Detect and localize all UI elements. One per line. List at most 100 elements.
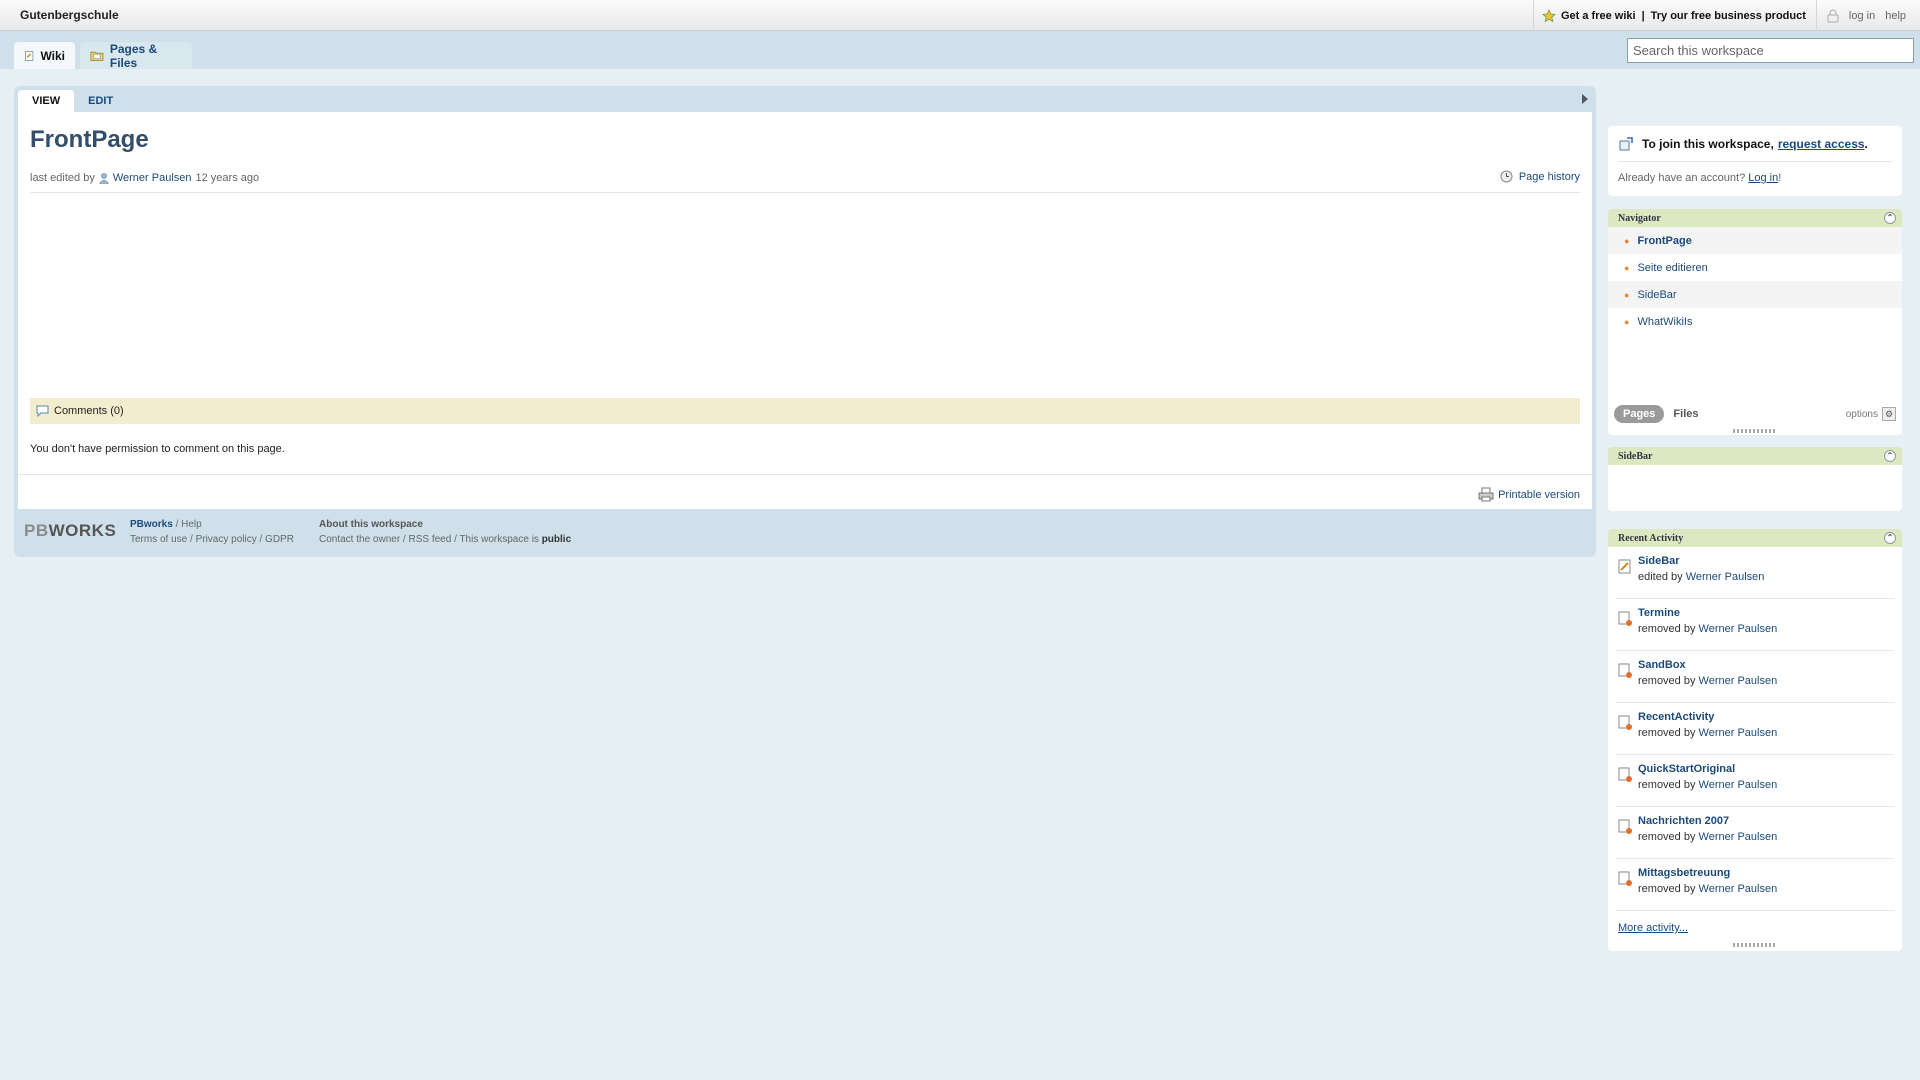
activity-title-link[interactable]: Termine <box>1638 607 1680 619</box>
help-link[interactable]: help <box>1885 10 1906 22</box>
login-area: log in help <box>1815 0 1920 31</box>
navigator-files-tab[interactable]: Files <box>1664 405 1707 423</box>
collapse-navigator-icon[interactable]: ⌃ <box>1884 212 1896 224</box>
about-workspace-link[interactable]: About this workspace <box>319 517 571 532</box>
activity-item: QuickStartOriginal removed by Werner Paul… <box>1616 755 1894 807</box>
title-divider <box>30 192 1580 193</box>
last-edited-prefix: last edited by <box>30 172 95 184</box>
printable-version-link[interactable]: Printable version <box>1478 487 1580 502</box>
join-period: . <box>1864 137 1868 151</box>
gear-icon[interactable]: ⚙ <box>1882 407 1896 421</box>
removed-page-icon <box>1618 611 1632 626</box>
legal-links[interactable]: Terms of use / Privacy policy / GDPR <box>130 532 294 547</box>
collapse-recent-icon[interactable]: ⌃ <box>1884 532 1896 544</box>
footer-col-workspace: About this workspace Contact the owner /… <box>319 517 571 547</box>
activity-user-link[interactable]: Werner Paulsen <box>1699 623 1778 635</box>
workspace-public-label: public <box>541 534 572 545</box>
tab-edit[interactable]: EDIT <box>74 90 127 112</box>
tab-wiki-label: Wiki <box>40 48 65 63</box>
sidebar-box: SideBar ⌃ <box>1608 447 1902 511</box>
resize-grip[interactable] <box>1733 943 1777 947</box>
activity-summary: removed by Werner Paulsen <box>1638 675 1778 687</box>
edit-page-icon <box>1618 559 1631 574</box>
last-edited-user-link[interactable]: Werner Paulsen <box>113 172 192 184</box>
tab-pages-files[interactable]: Pages & Files <box>80 41 192 70</box>
more-activity-link[interactable]: More activity... <box>1618 922 1688 934</box>
comments-bar[interactable]: Comments (0) <box>30 398 1580 424</box>
key-icon <box>1619 137 1633 151</box>
activity-summary: removed by Werner Paulsen <box>1638 727 1778 739</box>
bullet-icon: ● <box>1624 262 1630 273</box>
activity-summary: edited by Werner Paulsen <box>1638 571 1765 583</box>
join-row: To join this workspace, request access. <box>1618 136 1868 152</box>
navigator-footer: Pages Files options ⚙ <box>1614 404 1896 424</box>
resize-grip[interactable] <box>1733 429 1777 433</box>
folder-icon <box>90 51 104 62</box>
user-icon <box>98 172 109 184</box>
footer: PBWORKS PBworks / Help Terms of use / Pr… <box>18 513 1592 553</box>
tab-view[interactable]: VIEW <box>18 90 75 112</box>
page-history-link[interactable]: Page history <box>1500 170 1580 183</box>
already-account: Already have an account? Log in! <box>1618 172 1781 184</box>
activity-list: SideBar edited by Werner Paulsen Termine re… <box>1608 547 1902 911</box>
recent-activity-header: Recent Activity ⌃ <box>1608 529 1902 547</box>
collapse-sidebar-arrow-icon[interactable] <box>1582 94 1588 104</box>
nav-item-label: FrontPage <box>1637 234 1692 247</box>
activity-summary: removed by Werner Paulsen <box>1638 831 1778 843</box>
tab-wiki[interactable]: Wiki <box>14 42 75 69</box>
activity-title-link[interactable]: QuickStartOriginal <box>1638 763 1735 775</box>
page-history-label: Page history <box>1518 170 1580 183</box>
search-input[interactable] <box>1627 38 1914 63</box>
recent-activity-title: Recent Activity <box>1618 532 1684 544</box>
activity-title-link[interactable]: SandBox <box>1638 659 1686 671</box>
activity-title-link[interactable]: RecentActivity <box>1638 711 1714 723</box>
navigator-pages-tab[interactable]: Pages <box>1614 405 1665 423</box>
log-in-sidebar-link[interactable]: Log in <box>1748 172 1778 184</box>
activity-user-link[interactable]: Werner Paulsen <box>1699 675 1778 687</box>
activity-item: RecentActivity removed by Werner Paulsen <box>1616 703 1894 755</box>
nav-item-frontpage[interactable]: ● FrontPage <box>1608 227 1902 254</box>
activity-user-link[interactable]: Werner Paulsen <box>1699 883 1778 895</box>
nav-item-label: WhatWikiIs <box>1637 315 1693 328</box>
workspace-name[interactable]: Gutenbergschule <box>20 8 119 22</box>
log-in-link[interactable]: log in <box>1849 10 1875 22</box>
activity-item: SandBox removed by Werner Paulsen <box>1616 651 1894 703</box>
join-workspace-box: To join this workspace, request access. … <box>1608 126 1902 196</box>
clock-icon <box>1500 170 1513 183</box>
star-icon <box>1542 8 1556 22</box>
activity-title-link[interactable]: SideBar <box>1638 555 1680 567</box>
top-right: Get a free wiki | Try our free business … <box>1532 0 1920 31</box>
activity-user-link[interactable]: Werner Paulsen <box>1686 571 1765 583</box>
collapse-sidebar-icon[interactable]: ⌃ <box>1884 450 1896 462</box>
pbworks-link[interactable]: PBworks <box>130 519 173 530</box>
activity-item: Mittagsbetreuung removed by Werner Paulse… <box>1616 859 1894 911</box>
activity-user-link[interactable]: Werner Paulsen <box>1699 831 1778 843</box>
nav-item-seite-editieren[interactable]: ● Seite editieren <box>1608 254 1902 281</box>
try-business-link[interactable]: Try our free business product <box>1651 10 1806 22</box>
activity-summary: removed by Werner Paulsen <box>1638 883 1778 895</box>
workspace-links[interactable]: Contact the owner / RSS feed / This work… <box>319 534 542 545</box>
options-label: options <box>1845 408 1878 420</box>
tab-pages-files-label: Pages & Files <box>109 41 158 70</box>
help-footer-link[interactable]: / Help <box>173 519 202 530</box>
navigator-box: Navigator ⌃ ● FrontPage ● Seite editieren … <box>1608 209 1902 435</box>
activity-user-link[interactable]: Werner Paulsen <box>1699 727 1778 739</box>
navigator-options[interactable]: options ⚙ <box>1846 407 1896 421</box>
pbworks-logo[interactable]: PBWORKS <box>24 521 116 541</box>
nav-item-sidebar[interactable]: ● SideBar <box>1608 281 1902 308</box>
activity-user-link[interactable]: Werner Paulsen <box>1699 779 1778 791</box>
sidebar-box-title: SideBar <box>1618 450 1653 462</box>
activity-item: Nachrichten 2007 removed by Werner Paulse… <box>1616 807 1894 859</box>
activity-item: SideBar edited by Werner Paulsen <box>1616 547 1894 599</box>
activity-title-link[interactable]: Mittagsbetreuung <box>1638 867 1730 879</box>
wiki-page-icon <box>25 50 34 61</box>
activity-summary: removed by Werner Paulsen <box>1638 779 1778 791</box>
nav-item-label: SideBar <box>1637 288 1677 301</box>
footer-col-pbworks: PBworks / Help Terms of use / Privacy po… <box>130 517 294 547</box>
last-edited-info: last edited by Werner Paulsen 12 years a… <box>30 172 259 184</box>
nav-item-whatwikiis[interactable]: ● WhatWikiIs <box>1608 308 1902 335</box>
page-content: FrontPage last edited by Werner Paulsen … <box>18 112 1592 509</box>
get-free-wiki-link[interactable]: Get a free wiki <box>1561 10 1636 22</box>
request-access-link[interactable]: request access <box>1778 137 1865 151</box>
activity-title-link[interactable]: Nachrichten 2007 <box>1638 815 1729 827</box>
